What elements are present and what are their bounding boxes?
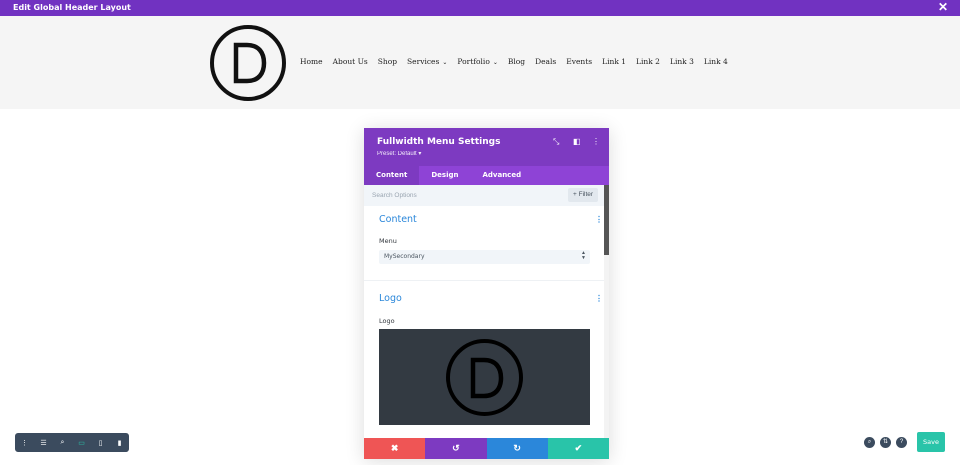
nav-item[interactable]: Deals (535, 57, 556, 66)
split-view-icon[interactable]: ◧ (573, 138, 581, 146)
divi-logo-icon (233, 42, 267, 84)
help-icon[interactable]: ? (896, 437, 907, 448)
logo-upload-preview[interactable] (379, 329, 590, 425)
phone-view-icon[interactable]: ▮ (110, 433, 129, 452)
fullscreen-icon[interactable]: ⤡ (553, 138, 559, 146)
save-changes-button[interactable]: ✔ (547, 438, 609, 459)
nav-item-label: Home (300, 57, 323, 66)
main-nav: Home About Us Shop Services ⌄ Portfolio ⌄ Blog D… (300, 57, 738, 66)
save-button[interactable]: Save (917, 432, 945, 452)
desktop-view-icon[interactable]: ▭ (72, 433, 91, 452)
nav-item[interactable]: Events (566, 57, 592, 66)
logo-preview-circle (446, 339, 523, 416)
nav-item[interactable]: Services ⌄ (407, 57, 447, 66)
nav-item[interactable]: Link 3 (670, 57, 694, 66)
tab-advanced[interactable]: Advanced (470, 166, 533, 185)
search-icon[interactable]: ⌕ (864, 437, 875, 448)
divi-logo-icon (470, 357, 503, 398)
modal-title: Fullwidth Menu Settings (377, 137, 501, 147)
modal-footer: ✖ ↺ ↻ ✔ (364, 438, 609, 459)
discard-button[interactable]: ✖ (364, 438, 426, 459)
scrollbar-thumb[interactable] (604, 185, 609, 255)
logo-label: Logo (379, 317, 395, 325)
scrollbar[interactable] (604, 185, 609, 438)
modal-header: Fullwidth Menu Settings Preset: Default … (364, 128, 609, 166)
nav-item[interactable]: Link 1 (602, 57, 626, 66)
nav-item-label: Events (566, 57, 593, 66)
logo-section-menu-icon[interactable]: ⋮ (595, 294, 603, 303)
section-divider (364, 280, 604, 281)
tab-content[interactable]: Content (364, 166, 420, 185)
nav-item[interactable]: Home (300, 57, 323, 66)
nav-item[interactable]: Blog (508, 57, 525, 66)
search-row: + Filter (364, 185, 604, 206)
zoom-icon[interactable]: ⌕ (53, 433, 72, 452)
chevron-down-icon: ⌄ (492, 59, 498, 66)
redo-button[interactable]: ↻ (486, 438, 548, 459)
nav-item-label: Link 1 (602, 57, 627, 66)
preset-selector[interactable]: Preset: Default ▾ (377, 150, 421, 157)
layers-icon[interactable]: ☰ (34, 433, 53, 452)
page-title: Edit Global Header Layout (13, 3, 131, 12)
header-preview: Home About Us Shop Services ⌄ Portfolio ⌄ Blog D… (0, 16, 960, 109)
search-options-input[interactable] (372, 188, 552, 203)
menu-select-value: MySecondary (384, 253, 425, 260)
tab-design[interactable]: Design (419, 166, 470, 185)
settings-panel: + Filter Content ⋮ Menu MySecondary ▲▼ L… (364, 185, 609, 438)
settings-modal: Fullwidth Menu Settings Preset: Default … (364, 128, 609, 459)
filter-button[interactable]: + Filter (568, 188, 599, 202)
more-options-icon[interactable]: ⋮ (592, 138, 600, 146)
content-section-title[interactable]: Content (379, 214, 417, 225)
site-logo[interactable] (210, 25, 286, 101)
logo-section-title[interactable]: Logo (379, 293, 402, 304)
nav-item-label: Shop (377, 57, 398, 66)
view-toolbar: ⋮ ☰ ⌕ ▭ ▯ ▮ (15, 433, 129, 452)
nav-item-label: About Us (332, 57, 368, 66)
nav-item[interactable]: Shop (378, 57, 397, 66)
nav-item[interactable]: About Us (333, 57, 368, 66)
nav-item[interactable]: Link 2 (636, 57, 660, 66)
nav-item-label: Link 3 (669, 57, 694, 66)
nav-item[interactable]: Portfolio ⌄ (457, 57, 498, 66)
undo-button[interactable]: ↺ (425, 438, 487, 459)
close-icon[interactable]: ✕ (938, 1, 948, 14)
nav-item-label: Link 2 (636, 57, 660, 66)
menu-select[interactable]: MySecondary ▲ ▼ (379, 250, 590, 264)
nav-item-label: Deals (535, 57, 557, 66)
modal-tabs: Content Design Advanced (364, 166, 609, 185)
menu-label: Menu (379, 237, 397, 245)
chevron-down-icon: ⌄ (442, 59, 448, 66)
nav-item-label: Services (407, 57, 440, 66)
select-arrows-icon: ▲ ▼ (581, 250, 586, 261)
more-icon[interactable]: ⋮ (15, 433, 34, 452)
top-bar: Edit Global Header Layout ✕ (0, 0, 960, 16)
nav-item-label: Blog (507, 57, 526, 66)
nav-item[interactable]: Link 4 (704, 57, 728, 66)
content-section-menu-icon[interactable]: ⋮ (595, 215, 603, 224)
nav-item-label: Link 4 (703, 57, 728, 66)
portability-icon[interactable]: ⇅ (880, 437, 891, 448)
tablet-view-icon[interactable]: ▯ (91, 433, 110, 452)
nav-item-label: Portfolio (457, 57, 490, 66)
